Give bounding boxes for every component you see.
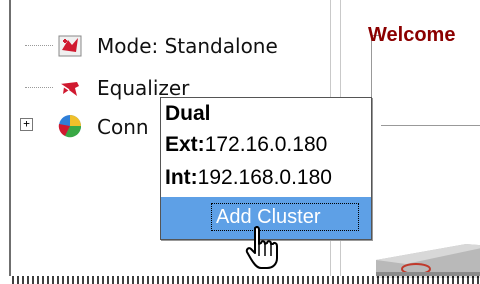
tree-connector: [25, 45, 53, 46]
equalizer-icon: [59, 82, 79, 96]
ext-value: 172.16.0.180: [204, 133, 328, 156]
standalone-mode-icon: [58, 35, 82, 57]
hand-pointer-icon: [245, 226, 278, 269]
int-value: 192.168.0.180: [197, 166, 332, 189]
tooltip-title: Dual: [165, 102, 211, 126]
welcome-bracket: [371, 35, 380, 136]
welcome-heading: Welcome: [368, 24, 456, 46]
tree-connector: [25, 87, 53, 88]
int-label: Int:: [165, 166, 198, 189]
tree-item-label: Mode: Standalone: [97, 34, 278, 58]
tooltip-title-text: Dual: [165, 102, 211, 125]
status-bar-dots: [12, 276, 480, 284]
appliance-image: [376, 244, 480, 278]
ext-label: Ext:: [165, 133, 205, 156]
tree-item-mode-standalone[interactable]: Mode: Standalone: [11, 32, 331, 60]
connections-pie-icon: [58, 115, 82, 138]
content-line: [381, 125, 480, 126]
cluster-tooltip: Dual Ext:172.16.0.180 Int:192.168.0.180 …: [160, 97, 372, 240]
tree-item-label: Conn: [97, 115, 149, 139]
tooltip-ext-row: Ext:172.16.0.180: [165, 133, 327, 157]
tooltip-int-row: Int:192.168.0.180: [165, 166, 332, 190]
